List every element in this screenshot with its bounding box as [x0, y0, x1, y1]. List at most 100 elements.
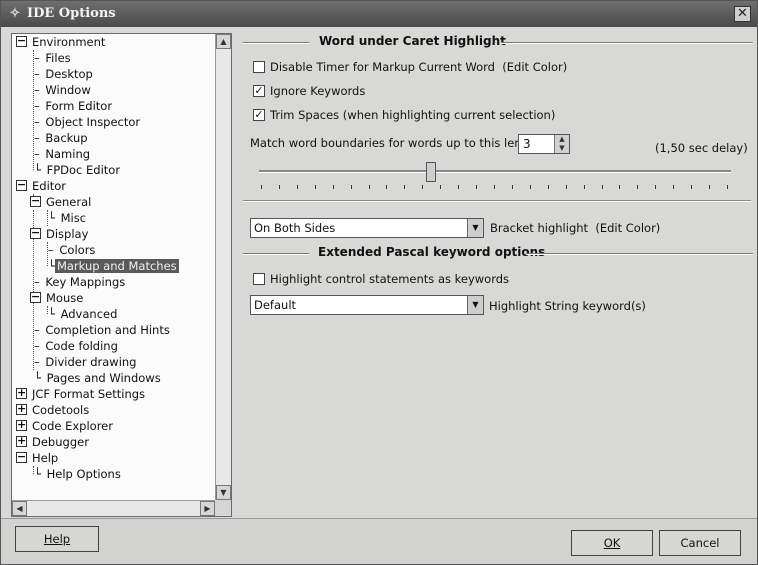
tree-item-code-folding[interactable]: – Code folding	[34, 338, 120, 354]
slider-tick	[440, 185, 442, 189]
disable-timer-row: Disable Timer for Markup Current Word (E…	[253, 59, 567, 75]
tree-item-code-explorer[interactable]: + Code Explorer	[16, 418, 115, 434]
bracket-combo[interactable]: On Both Sides ▼	[250, 218, 484, 238]
ide-options-window: ✧ IDE Options ✕ − Environment – Files – D…	[0, 0, 758, 565]
expand-icon[interactable]: +	[16, 403, 27, 415]
slider-tick	[368, 185, 370, 189]
lazarus-icon: ✧	[9, 6, 21, 21]
spin-up-icon[interactable]: ▲	[555, 135, 569, 144]
expand-icon[interactable]: +	[16, 387, 27, 399]
tree-item-help[interactable]: − Help	[16, 450, 60, 466]
slider-tick	[261, 185, 262, 189]
slider-tick	[422, 185, 424, 189]
tree-item-object-inspector[interactable]: – Object Inspector	[34, 114, 142, 130]
tree-item-editor[interactable]: − Editor	[16, 178, 68, 194]
tree-item-advanced[interactable]: └ Advanced	[48, 306, 119, 322]
tree-item-display[interactable]: − Display	[30, 226, 90, 242]
delay-label: (1,50 sec delay)	[655, 141, 748, 155]
collapse-icon[interactable]: −	[16, 35, 27, 47]
expand-icon[interactable]: +	[16, 419, 27, 431]
tree-item-mouse[interactable]: − Mouse	[30, 290, 85, 306]
spin-down-icon[interactable]: ▼	[555, 144, 569, 153]
bracket-edit-color-link[interactable]: (Edit Color)	[595, 221, 660, 235]
slider-tick	[709, 185, 711, 189]
slider-tick	[404, 185, 406, 189]
tree-item-misc[interactable]: └ Misc	[48, 210, 88, 226]
slider-tick	[494, 185, 495, 189]
slider-tick	[727, 185, 728, 189]
expand-icon[interactable]: +	[16, 435, 27, 447]
word-length-spinner[interactable]: 3 ▲ ▼	[518, 134, 570, 154]
string-keyword-combo[interactable]: Default ▼	[250, 295, 484, 315]
button-bar: Help OK Cancel	[1, 518, 757, 564]
tree-item-pages-and-windows[interactable]: └ Pages and Windows	[34, 370, 163, 386]
collapse-icon[interactable]: −	[16, 179, 27, 191]
tree-item-jcf-format-settings[interactable]: + JCF Format Settings	[16, 386, 147, 402]
tree-item-desktop[interactable]: – Desktop	[34, 66, 95, 82]
slider-tick	[476, 185, 478, 189]
collapse-icon[interactable]: −	[16, 451, 27, 463]
tree-item-debugger[interactable]: + Debugger	[16, 434, 91, 450]
scroll-right-icon[interactable]: ▶	[200, 501, 215, 516]
trim-spaces-row: ✓ Trim Spaces (when highlighting current …	[253, 107, 556, 122]
pascal-section-header: Extended Pascal keyword options	[243, 245, 753, 261]
highlight-control-checkbox[interactable]	[253, 272, 265, 285]
tree-item-naming[interactable]: – Naming	[34, 146, 92, 162]
collapse-icon[interactable]: −	[30, 195, 41, 207]
ignore-keywords-checkbox[interactable]: ✓	[253, 84, 265, 97]
scroll-left-icon[interactable]: ◀	[12, 501, 27, 516]
close-icon[interactable]: ✕	[734, 6, 751, 22]
tree-item-completion-and-hints[interactable]: – Completion and Hints	[34, 322, 172, 338]
tree-item-form-editor[interactable]: – Form Editor	[34, 98, 114, 114]
tree-item-key-mappings[interactable]: – Key Mappings	[34, 274, 127, 290]
tree-item-backup[interactable]: – Backup	[34, 130, 90, 146]
scrollbar-corner	[215, 500, 231, 516]
collapse-icon[interactable]: −	[30, 291, 41, 303]
slider-tick	[350, 185, 352, 189]
slider-tick	[691, 185, 693, 189]
tree-horizontal-scrollbar[interactable]: ◀ ▶	[12, 500, 215, 516]
slider-tick	[601, 185, 603, 189]
slider-tick	[673, 185, 675, 189]
cancel-button[interactable]: Cancel	[659, 530, 741, 556]
tree-item-fpdoc-editor[interactable]: └ FPDoc Editor	[34, 162, 122, 178]
tree-item-colors[interactable]: – Colors	[48, 242, 97, 258]
slider-tick	[529, 185, 531, 189]
slider-thumb[interactable]	[426, 162, 437, 182]
trim-spaces-checkbox[interactable]: ✓	[253, 108, 265, 121]
title-bar[interactable]: ✧ IDE Options ✕	[1, 1, 757, 27]
slider-tick	[547, 185, 549, 189]
slider-tick	[296, 185, 298, 189]
string-keyword-label: Highlight String keyword(s)	[489, 299, 646, 313]
tree-item-window[interactable]: – Window	[34, 82, 93, 98]
scroll-down-icon[interactable]: ▼	[216, 485, 231, 500]
tree-item-divider-drawing[interactable]: – Divider drawing	[34, 354, 138, 370]
chevron-down-icon[interactable]: ▼	[467, 219, 483, 237]
slider-tick	[619, 185, 621, 189]
collapse-icon[interactable]: −	[30, 227, 41, 239]
options-tree[interactable]: − Environment – Files – Desktop – Window …	[11, 33, 232, 517]
bracket-label-row: Bracket highlight (Edit Color)	[490, 221, 661, 235]
ok-button[interactable]: OK	[571, 530, 653, 556]
tree-item-environment[interactable]: − Environment	[16, 34, 107, 50]
help-button[interactable]: Help	[15, 526, 99, 552]
tree-item-markup-and-matches[interactable]: └ Markup and Matches	[48, 258, 179, 274]
slider-tick	[655, 185, 657, 189]
slider-tick	[511, 185, 513, 189]
slider-tick	[332, 185, 334, 189]
delay-slider[interactable]	[255, 159, 735, 193]
tree-item-codetools[interactable]: + Codetools	[16, 402, 91, 418]
tree-vertical-scrollbar[interactable]: ▲ ▼	[215, 34, 231, 500]
slider-tick	[637, 185, 639, 189]
slider-tick	[278, 185, 280, 189]
edit-color-link[interactable]: (Edit Color)	[502, 60, 567, 74]
window-title: IDE Options	[27, 6, 116, 21]
match-word-label: Match word boundaries for words up to th…	[250, 136, 545, 150]
scroll-up-icon[interactable]: ▲	[216, 34, 231, 49]
tree-item-general[interactable]: − General	[30, 194, 93, 210]
slider-tick	[583, 185, 585, 189]
chevron-down-icon[interactable]: ▼	[467, 296, 483, 314]
tree-item-help-options[interactable]: └ Help Options	[34, 466, 123, 482]
disable-timer-checkbox[interactable]	[253, 60, 265, 73]
tree-item-files[interactable]: – Files	[34, 50, 73, 66]
